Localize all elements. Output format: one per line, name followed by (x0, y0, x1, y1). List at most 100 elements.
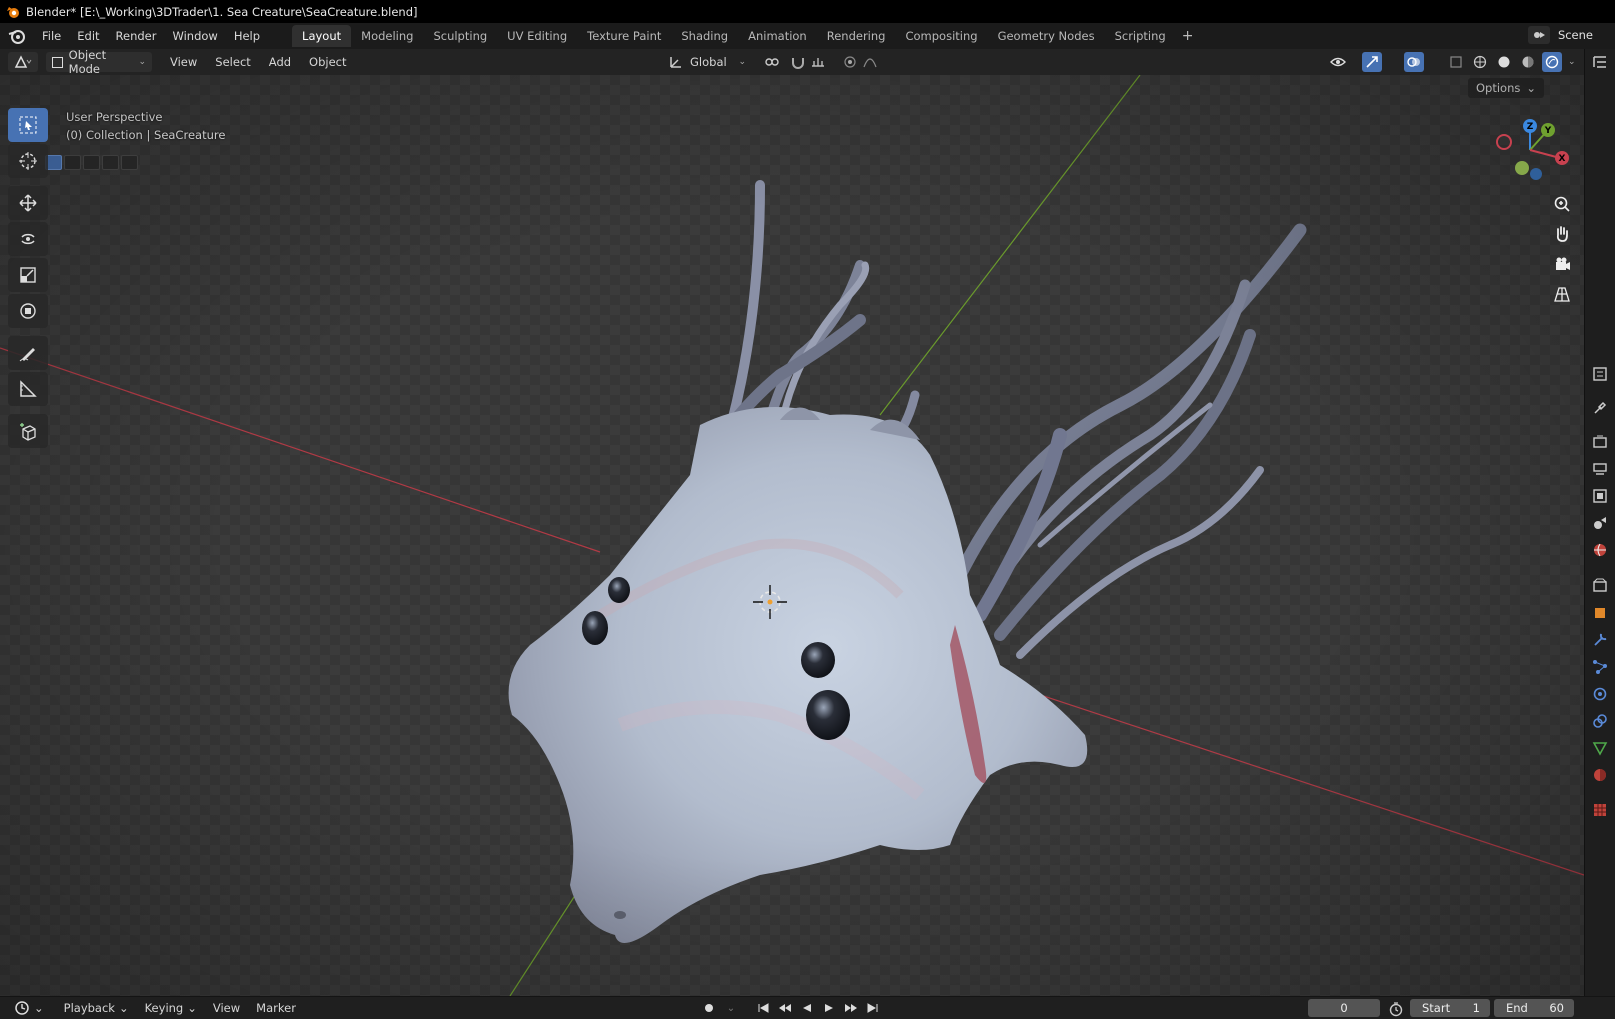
jump-start-icon[interactable] (754, 1000, 772, 1016)
menu-help[interactable]: Help (226, 29, 268, 43)
pivot-icon[interactable] (762, 52, 782, 72)
visibility-icon[interactable] (1328, 52, 1348, 72)
select-invert-icon[interactable] (102, 155, 119, 170)
add-cube-icon[interactable] (8, 414, 48, 448)
texture-properties-icon[interactable] (1591, 801, 1609, 819)
overlays-toggle-icon[interactable] (1404, 52, 1424, 72)
snap-increment-icon[interactable] (808, 52, 828, 72)
zoom-icon[interactable] (1550, 194, 1574, 214)
chevron-down-icon: ⌄ (34, 1001, 44, 1015)
perspective-toggle-icon[interactable] (1550, 284, 1574, 304)
tab-geometry-nodes[interactable]: Geometry Nodes (988, 25, 1105, 47)
plus-icon[interactable]: + (1176, 28, 1200, 44)
menu-timeline-view[interactable]: View (205, 1001, 248, 1015)
menu-object[interactable]: Object (303, 52, 352, 72)
navigation-gizmo[interactable]: Z Y X (1490, 118, 1570, 188)
menu-edit[interactable]: Edit (69, 29, 107, 43)
material-preview-icon[interactable] (1518, 52, 1538, 72)
current-frame-field[interactable]: 0 (1308, 999, 1380, 1017)
outliner-icon[interactable] (1591, 53, 1609, 71)
tab-scripting[interactable]: Scripting (1105, 25, 1176, 47)
jump-keyframe-back-icon[interactable] (776, 1000, 794, 1016)
select-extend-icon[interactable] (64, 155, 81, 170)
record-icon[interactable] (700, 1000, 718, 1016)
physics-icon[interactable] (1591, 685, 1609, 703)
rotate-icon[interactable] (8, 222, 48, 256)
preview-range-icon[interactable] (1388, 1001, 1404, 1017)
3d-viewport[interactable]: User Perspective (0) Collection | SeaCre… (0, 75, 1584, 996)
data-properties-icon[interactable] (1591, 739, 1609, 757)
menu-render[interactable]: Render (108, 29, 165, 43)
scale-icon[interactable] (8, 258, 48, 292)
menu-keying[interactable]: Keying ⌄ (137, 1001, 205, 1015)
cursor-icon[interactable] (8, 144, 48, 178)
gizmo-toggle-icon[interactable] (1362, 52, 1382, 72)
transform-icon[interactable] (8, 294, 48, 328)
camera-view-icon[interactable] (1550, 254, 1574, 274)
tab-shading[interactable]: Shading (671, 25, 738, 47)
transform-orientation-select[interactable]: Global ⌄ (684, 52, 752, 72)
editor-type-button[interactable] (8, 52, 38, 72)
chevron-down-icon[interactable]: ⌄ (722, 1000, 740, 1016)
move-icon[interactable] (8, 186, 48, 220)
tab-rendering[interactable]: Rendering (817, 25, 896, 47)
tab-texture-paint[interactable]: Texture Paint (577, 25, 671, 47)
object-mode-select[interactable]: Object Mode ⌄ (46, 48, 152, 76)
xray-icon[interactable] (1446, 52, 1466, 72)
falloff-icon[interactable] (860, 52, 880, 72)
menu-window[interactable]: Window (164, 29, 225, 43)
snap-icon[interactable] (788, 52, 808, 72)
menu-view[interactable]: View (164, 52, 203, 72)
output-properties-icon[interactable] (1591, 460, 1609, 478)
select-intersect-icon[interactable] (121, 155, 138, 170)
wireframe-shading-icon[interactable] (1470, 52, 1490, 72)
tab-modeling[interactable]: Modeling (351, 25, 423, 47)
gizmo-neg-x[interactable] (1496, 134, 1512, 150)
menu-add[interactable]: Add (263, 52, 297, 72)
chevron-down-icon: ⌄ (118, 1001, 129, 1015)
menu-playback[interactable]: Playback ⌄ (56, 1001, 137, 1015)
tab-uv-editing[interactable]: UV Editing (497, 25, 577, 47)
menu-file[interactable]: File (34, 29, 69, 43)
particles-icon[interactable] (1591, 658, 1609, 676)
play-icon[interactable] (820, 1000, 838, 1016)
tab-sculpting[interactable]: Sculpting (423, 25, 497, 47)
collection-properties-icon[interactable] (1591, 577, 1609, 595)
modifier-properties-icon[interactable] (1591, 631, 1609, 649)
scene-selector[interactable]: Scene (1527, 26, 1593, 44)
scene-properties-icon[interactable] (1591, 514, 1609, 532)
options-button[interactable]: Options ⌄ (1467, 78, 1544, 98)
jump-end-icon[interactable] (864, 1000, 882, 1016)
select-box-icon[interactable] (8, 108, 48, 142)
render-properties-icon[interactable] (1591, 433, 1609, 451)
select-subtract-icon[interactable] (83, 155, 100, 170)
gizmo-neg-z[interactable] (1530, 168, 1542, 180)
jump-keyframe-forward-icon[interactable] (842, 1000, 860, 1016)
menu-marker[interactable]: Marker (248, 1001, 304, 1015)
properties-editor-icon[interactable] (1591, 365, 1609, 383)
object-properties-icon[interactable] (1591, 604, 1609, 622)
material-properties-icon[interactable] (1591, 766, 1609, 784)
proportional-edit-icon[interactable] (840, 52, 860, 72)
tab-compositing[interactable]: Compositing (895, 25, 987, 47)
blender-menu-icon[interactable] (8, 27, 26, 45)
pan-hand-icon[interactable] (1550, 224, 1574, 244)
gizmo-neg-y[interactable] (1515, 161, 1529, 175)
tool-properties-icon[interactable] (1591, 399, 1609, 417)
end-frame-field[interactable]: End 60 (1494, 999, 1574, 1017)
solid-shading-icon[interactable] (1494, 52, 1514, 72)
menu-select[interactable]: Select (209, 52, 256, 72)
play-reverse-icon[interactable] (798, 1000, 816, 1016)
tab-layout[interactable]: Layout (292, 25, 352, 47)
measure-icon[interactable] (8, 372, 48, 406)
start-frame-field[interactable]: Start 1 (1410, 999, 1490, 1017)
menu-keying-label: Keying (144, 1001, 184, 1015)
world-properties-icon[interactable] (1591, 541, 1609, 559)
timeline-editor-type[interactable]: ⌄ (6, 1000, 52, 1016)
rendered-shading-icon[interactable] (1542, 52, 1562, 72)
view-layer-icon[interactable] (1591, 487, 1609, 505)
constraints-icon[interactable] (1591, 712, 1609, 730)
tab-animation[interactable]: Animation (738, 25, 817, 47)
chevron-down-icon[interactable]: ⌄ (1568, 57, 1576, 67)
annotate-icon[interactable] (8, 336, 48, 370)
